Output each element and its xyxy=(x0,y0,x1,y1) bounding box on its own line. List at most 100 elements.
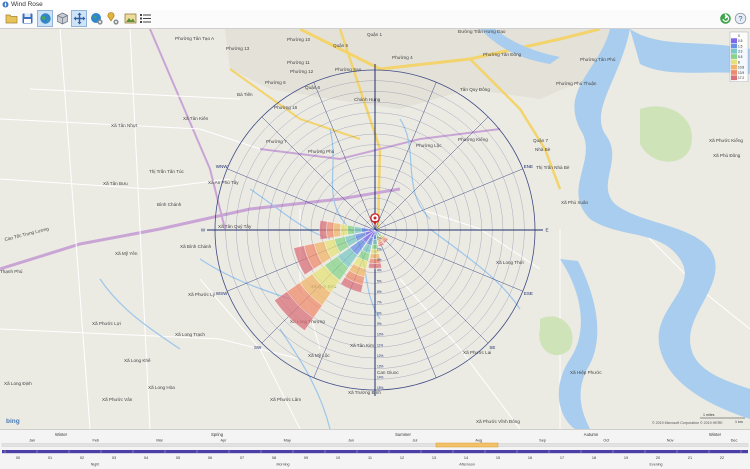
period-label: Night xyxy=(91,463,99,467)
hour-label[interactable]: 04 xyxy=(144,456,148,460)
month-label[interactable]: May xyxy=(284,439,291,443)
hour-label[interactable]: 10 xyxy=(336,456,340,460)
open-button[interactable] xyxy=(4,11,19,26)
legend-label: 3.3 xyxy=(738,50,743,54)
rose-ring-label: 13% xyxy=(377,365,384,369)
month-label[interactable]: Mar xyxy=(156,439,163,443)
map-label: Xã Phú Đông xyxy=(713,153,741,158)
month-label[interactable]: Sep xyxy=(539,439,546,443)
map-label: Phường 13 xyxy=(226,46,250,51)
scale-miles: 1 miles xyxy=(703,413,715,417)
rose-sector-w[interactable] xyxy=(319,220,328,240)
timeline-panel[interactable]: Winter Spring Summer Autumn Winter Jan Feb Mar A… xyxy=(0,429,750,469)
list-button[interactable] xyxy=(138,11,153,26)
month-label[interactable]: Aug xyxy=(475,439,482,443)
save-button[interactable] xyxy=(20,11,35,26)
month-label[interactable]: Jun xyxy=(348,439,354,443)
map-label: Xã Tân Kiên xyxy=(183,116,209,121)
cube-icon xyxy=(57,12,68,25)
legend-swatch xyxy=(731,33,737,38)
rose-sector-w[interactable] xyxy=(354,226,362,234)
hour-label[interactable]: 18 xyxy=(592,456,596,460)
rose-sector-w[interactable] xyxy=(333,222,342,238)
hour-label[interactable]: 13 xyxy=(432,456,436,460)
hour-label[interactable]: 19 xyxy=(624,456,628,460)
map-label: Xã Tân Bưu xyxy=(103,181,128,186)
hour-label[interactable]: 06 xyxy=(208,456,212,460)
legend-label: 1.5 xyxy=(738,44,743,48)
month-label[interactable]: Nov xyxy=(667,439,674,443)
hour-label[interactable]: 07 xyxy=(240,456,244,460)
map-label: Phường 12 xyxy=(290,69,314,74)
map-label: Quận 7 xyxy=(533,138,549,143)
speed-legend: 00.51.5 3.35.58 10.813.917.2 xyxy=(729,31,749,82)
map-label: Xã Phước Kiểng xyxy=(709,137,743,143)
globe-view-button[interactable] xyxy=(37,10,53,27)
location-settings-button[interactable] xyxy=(105,11,120,26)
legend-label: 0 xyxy=(738,34,740,38)
map-label: Phường Lộc xyxy=(416,143,442,148)
rose-sector-w[interactable] xyxy=(326,221,335,239)
rose-sector-w[interactable] xyxy=(347,225,355,235)
help-button[interactable]: ? xyxy=(733,11,748,26)
hour-label[interactable]: 09 xyxy=(304,456,308,460)
hour-label[interactable]: 15 xyxy=(496,456,500,460)
hour-track[interactable] xyxy=(2,450,748,454)
period-label: Evening xyxy=(650,463,663,467)
map-label: Xã Long Khê xyxy=(124,358,151,363)
month-label[interactable]: Feb xyxy=(93,439,100,443)
month-selection[interactable] xyxy=(435,442,499,448)
month-track[interactable] xyxy=(1,443,749,447)
map-label: Phường 4 xyxy=(392,55,413,60)
hour-label[interactable]: 01 xyxy=(48,456,52,460)
hour-label[interactable]: 22 xyxy=(720,456,724,460)
month-label[interactable]: Oct xyxy=(603,439,610,443)
map-canvas[interactable]: Phường Tân Tạo A Phường 10 Phường 12 Quậ… xyxy=(0,29,750,429)
hour-label[interactable]: 08 xyxy=(272,456,276,460)
hour-label[interactable]: 11 xyxy=(368,456,372,460)
month-label[interactable]: Dec xyxy=(731,439,738,443)
map-label: Phường Tân Phú xyxy=(580,57,616,62)
month-label[interactable]: Jan xyxy=(29,439,35,443)
legend-label: 5.5 xyxy=(738,55,743,59)
legend-swatch xyxy=(731,70,737,75)
rose-ring-label: 7% xyxy=(377,301,382,305)
hour-label[interactable]: 16 xyxy=(528,456,532,460)
month-label[interactable]: Jul xyxy=(412,439,417,443)
month-label[interactable]: Apr xyxy=(220,439,227,443)
legend-swatch xyxy=(731,48,737,54)
rose-sector-s[interactable] xyxy=(368,262,382,269)
globe-settings-button[interactable] xyxy=(89,11,104,26)
rose-direction-label: E xyxy=(545,228,548,233)
hour-label[interactable]: 17 xyxy=(560,456,564,460)
image-button[interactable] xyxy=(123,11,138,26)
picture-icon xyxy=(124,13,137,24)
map-label: Thị Trấn Tân Túc xyxy=(149,169,185,174)
map-label: Can Giuoc xyxy=(377,370,399,375)
cube-view-button[interactable] xyxy=(55,11,70,26)
rose-sector-w[interactable] xyxy=(340,223,348,237)
hour-label[interactable]: 03 xyxy=(112,456,116,460)
timeline-canvas[interactable]: Winter Spring Summer Autumn Winter Jan Feb Mar A… xyxy=(0,430,750,469)
map-view[interactable]: Phường Tân Tạo A Phường 10 Phường 12 Quậ… xyxy=(0,29,750,429)
legend-swatch xyxy=(731,38,737,43)
map-label: Xã Phước Vĩnh Đông xyxy=(476,419,520,424)
floppy-disk-icon xyxy=(22,13,33,24)
legend-swatch xyxy=(731,75,737,81)
app-icon xyxy=(2,1,9,8)
hour-label[interactable]: 20 xyxy=(656,456,660,460)
season-label: Winter xyxy=(55,432,68,437)
pan-button[interactable] xyxy=(71,10,87,27)
hour-label[interactable]: 02 xyxy=(80,456,84,460)
hour-label[interactable]: 00 xyxy=(16,456,20,460)
rose-ring-label: 3% xyxy=(377,258,382,262)
rose-ring-label: 2% xyxy=(377,247,382,251)
refresh-button[interactable] xyxy=(718,11,733,26)
hour-label[interactable]: 12 xyxy=(400,456,404,460)
hour-label[interactable]: 14 xyxy=(464,456,468,460)
rose-ring-label: 11% xyxy=(377,343,383,347)
hour-label[interactable]: 05 xyxy=(176,456,180,460)
legend-label: 8 xyxy=(738,60,740,64)
hour-label[interactable]: 21 xyxy=(688,456,692,460)
map-label: Phường Tân Tạo A xyxy=(175,36,215,41)
